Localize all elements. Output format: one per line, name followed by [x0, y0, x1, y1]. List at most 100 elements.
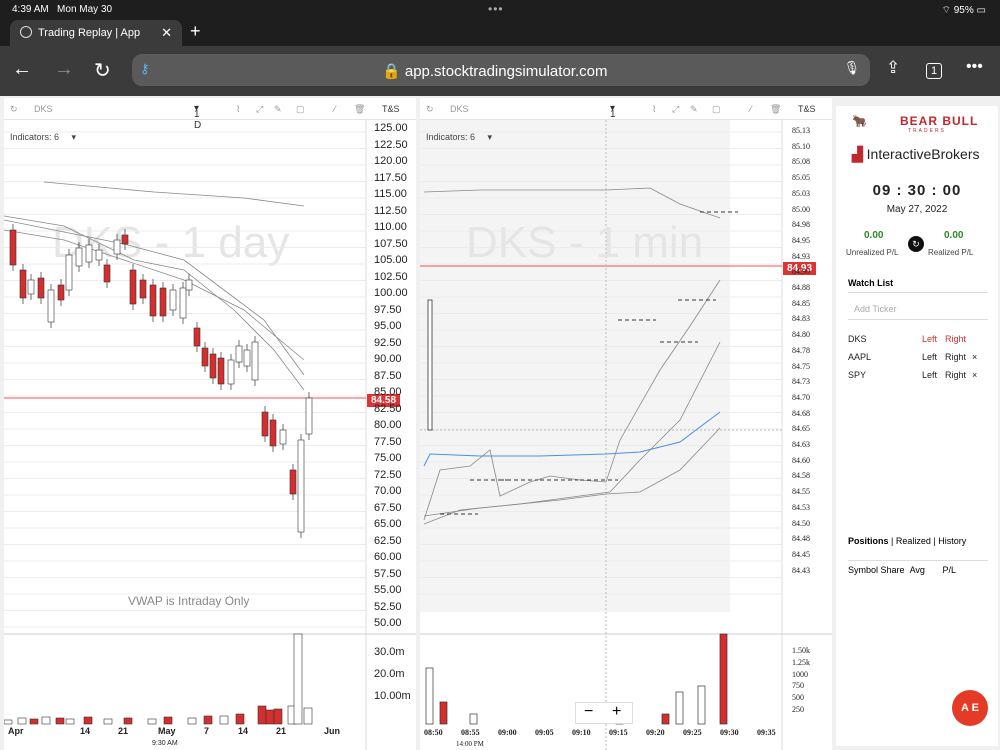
indicator-icon[interactable]: ⌇ — [652, 104, 656, 115]
watchlist-left-button[interactable]: Left — [922, 334, 937, 344]
multitask-dots-icon[interactable]: ••• — [488, 2, 504, 16]
candle — [47, 289, 55, 323]
back-icon[interactable]: ← — [12, 58, 32, 81]
user-avatar-button[interactable]: A E — [952, 690, 988, 726]
volume-bar — [65, 718, 75, 725]
zoom-controls: − + — [575, 702, 633, 724]
ts-button[interactable]: T&S — [382, 104, 400, 114]
candle — [159, 287, 167, 317]
volume-bar — [203, 715, 213, 725]
watchlist-right-button[interactable]: Right — [945, 352, 966, 362]
intraday-y-axis-label: 84.45 — [792, 549, 810, 559]
daily-y-axis-label: 92.50 — [374, 336, 402, 349]
square-icon[interactable]: ▢ — [296, 104, 305, 115]
twitter-icon[interactable]: ✎ — [274, 104, 282, 115]
zoom-in-button[interactable]: + — [612, 703, 621, 721]
reload-icon[interactable]: ↻ — [94, 58, 111, 83]
interval-select[interactable]: 1 m ▾ — [610, 103, 618, 131]
tab-positions[interactable]: Positions — [848, 536, 889, 546]
daily-y-axis-label: 62.50 — [374, 534, 402, 547]
trash-icon[interactable]: 🗑 — [354, 104, 365, 115]
daily-volume-axis-label: 30.0m — [374, 646, 405, 658]
symbol-label[interactable]: DKS — [450, 104, 469, 114]
candle — [95, 249, 103, 261]
refresh-pl-icon[interactable]: ↻ — [908, 236, 924, 252]
refresh-icon[interactable]: ↻ — [10, 104, 18, 115]
remove-ticker-icon[interactable]: × — [972, 370, 977, 380]
fullscreen-icon[interactable]: ⤢ — [672, 104, 679, 115]
forward-icon[interactable]: → — [54, 58, 74, 81]
tab-realized[interactable]: Realized — [896, 536, 931, 546]
volume-bar — [17, 717, 27, 725]
daily-y-axis-label: 125.00 — [374, 122, 408, 134]
intraday-chart-svg[interactable] — [420, 120, 832, 750]
square-icon[interactable]: ▢ — [712, 104, 721, 115]
intraday-y-axis-label: 84.58 — [792, 471, 810, 481]
watchlist-right-button[interactable]: Right — [945, 334, 966, 344]
col-avg: Avg — [909, 565, 925, 575]
draw-icon[interactable]: ⁄ — [334, 104, 336, 114]
watchlist-left-button[interactable]: Left — [922, 352, 937, 362]
candle — [75, 247, 83, 267]
indicator-icon[interactable]: ⌇ — [236, 104, 240, 115]
volume-bar — [425, 667, 434, 725]
intraday-x-axis-label: 09:25 — [683, 728, 702, 737]
candle — [139, 279, 147, 299]
share-icon[interactable]: ⇪ — [886, 58, 900, 78]
more-icon[interactable]: ••• — [966, 58, 983, 76]
volume-bar — [257, 705, 267, 725]
zoom-out-button[interactable]: − — [584, 703, 593, 721]
daily-y-axis-label: 60.00 — [374, 551, 402, 563]
mic-icon[interactable]: 🎙 — [843, 60, 860, 76]
daily-x-sub-label: 9:30 AM — [152, 740, 178, 747]
intraday-x-axis-label: 09:10 — [572, 728, 591, 737]
unrealized-pl-value: 0.00 — [864, 230, 884, 241]
draw-icon[interactable]: ⁄ — [750, 104, 752, 114]
candle — [27, 279, 35, 295]
realized-pl-value: 0.00 — [944, 230, 964, 241]
intraday-y-axis-label: 84.53 — [792, 502, 810, 512]
candle — [185, 279, 193, 291]
daily-x-axis-label: 14 — [80, 726, 91, 736]
daily-y-axis-label: 82.50 — [374, 402, 402, 415]
fullscreen-icon[interactable]: ⤢ — [256, 104, 263, 115]
ts-button[interactable]: T&S — [798, 104, 816, 114]
new-tab-icon[interactable]: + — [190, 21, 201, 42]
daily-y-axis-label: 105.00 — [374, 254, 408, 266]
daily-y-axis-label: 115.00 — [374, 188, 407, 200]
watchlist-right-button[interactable]: Right — [945, 370, 966, 380]
intraday-y-axis-label: 85.08 — [792, 157, 810, 167]
remove-ticker-icon[interactable]: × — [972, 352, 977, 362]
volume-bar — [147, 718, 157, 725]
candle — [113, 239, 121, 255]
daily-chart-svg[interactable] — [4, 120, 416, 750]
browser-tab[interactable]: Trading Replay | App ✕ — [10, 20, 182, 46]
trash-icon[interactable]: 🗑 — [770, 104, 781, 115]
volume-bar — [163, 716, 173, 725]
intraday-y-axis-label: 84.60 — [792, 455, 810, 465]
daily-y-axis-label: 65.00 — [374, 518, 402, 530]
key-icon[interactable]: ⚷ — [140, 61, 150, 77]
indicators-dropdown[interactable]: Indicators: 6 ▾ — [426, 132, 492, 143]
close-tab-icon[interactable]: ✕ — [161, 25, 172, 41]
intraday-y-axis-label: 85.10 — [792, 141, 810, 151]
candle — [37, 277, 45, 299]
address-bar[interactable]: ⚷ 🔒 app.stocktradingsimulator.com 🎙 — [132, 54, 870, 86]
daily-x-axis-label: Apr — [8, 726, 24, 736]
tabs-count-icon[interactable]: 1 — [926, 63, 943, 79]
add-ticker-input[interactable]: Add Ticker — [848, 298, 988, 320]
intraday-y-axis-label: 84.78 — [792, 345, 810, 355]
intraday-volume-axis-label: 1.50k — [792, 646, 810, 655]
interval-select[interactable]: 1 D ▾ — [194, 103, 201, 131]
intraday-y-axis-label: 84.90 — [792, 267, 810, 277]
refresh-icon[interactable]: ↻ — [426, 104, 434, 115]
candle — [65, 254, 73, 291]
intraday-volume-axis-label: 1000 — [792, 669, 808, 679]
daily-volume-axis-label: 10.00m — [374, 690, 411, 702]
tab-history[interactable]: History — [938, 536, 966, 546]
status-time: 4:39 AM Mon May 30 — [12, 4, 113, 15]
symbol-label[interactable]: DKS — [34, 104, 53, 114]
twitter-icon[interactable]: ✎ — [690, 104, 698, 115]
volume-bar — [303, 707, 313, 725]
watchlist-left-button[interactable]: Left — [922, 370, 937, 380]
